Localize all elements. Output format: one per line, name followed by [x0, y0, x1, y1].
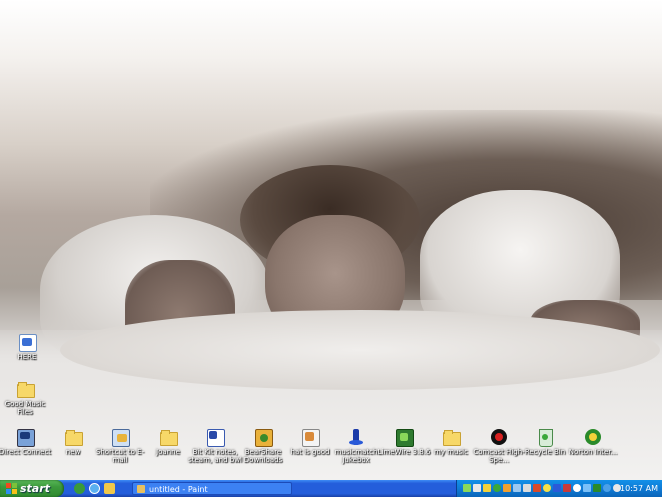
- globe-icon[interactable]: [603, 484, 611, 492]
- desktop-icon-recycle-bin[interactable]: Recycle Bin: [518, 428, 572, 456]
- desktop-icon-direct-connect[interactable]: Direct Connect: [0, 428, 52, 456]
- desktop-icon-label: Good Music Files: [4, 400, 46, 416]
- bearshare-folder-icon: [254, 428, 273, 447]
- document-icon: [18, 333, 37, 352]
- folder-icon: [442, 428, 461, 446]
- desktop-icon-good-music-files[interactable]: Good Music Files: [0, 380, 52, 416]
- shield-icon[interactable]: [593, 484, 601, 492]
- wifi-icon[interactable]: [583, 484, 591, 492]
- taskbar-item-label: untitled - Paint: [149, 485, 208, 494]
- antivirus-icon[interactable]: [483, 484, 491, 492]
- info-icon[interactable]: [573, 484, 581, 492]
- messenger-tray-icon[interactable]: [493, 484, 501, 492]
- windows-logo-icon: [6, 483, 17, 494]
- document-icon: [206, 428, 225, 447]
- folder-icon: [16, 380, 35, 398]
- musicmatch-icon: [347, 428, 365, 446]
- document-icon: [301, 428, 320, 447]
- desktop-icon-joanne[interactable]: Joanne: [141, 428, 195, 456]
- start-button[interactable]: start: [0, 480, 64, 497]
- desktop: HERE Good Music Files Direct Connect new…: [0, 0, 662, 480]
- printer-icon[interactable]: [523, 484, 531, 492]
- firewall-icon[interactable]: [533, 484, 541, 492]
- desktop-icon-label: Joanne: [156, 448, 180, 456]
- clock[interactable]: 10:57 AM: [620, 480, 658, 497]
- outlook-express-icon[interactable]: [104, 483, 115, 494]
- desktop-icon-label: my music: [434, 448, 468, 456]
- recycle-bin-icon: [536, 428, 554, 447]
- desktop-icon-here[interactable]: HERE: [0, 333, 54, 361]
- update-icon[interactable]: [503, 484, 511, 492]
- security-icon[interactable]: [563, 484, 571, 492]
- desktop-icon-label: Norton Inter...: [568, 448, 618, 456]
- messenger-icon[interactable]: [74, 483, 85, 494]
- desktop-icon-label: new: [65, 448, 81, 456]
- desktop-icon-label: LimeWire 3.8.6: [377, 448, 431, 456]
- internet-explorer-icon[interactable]: [89, 483, 100, 494]
- desktop-icon-norton[interactable]: Norton Inter...: [566, 428, 620, 456]
- system-tray: 10:57 AM: [456, 480, 662, 497]
- taskbar-item-paint[interactable]: untitled - Paint: [132, 482, 292, 495]
- desktop-icon-musicmatch-jukebox[interactable]: musicmatch Jukebox: [329, 428, 383, 464]
- email-icon: [111, 428, 130, 447]
- folder-icon: [64, 428, 83, 446]
- desktop-icon-label: BearShare Downloads: [243, 448, 283, 464]
- desktop-icon-bit-kit-notes[interactable]: Bit Kit notes, steam, and bwl: [188, 428, 242, 464]
- start-label: start: [20, 482, 50, 495]
- desktop-icon-bearshare-downloads[interactable]: BearShare Downloads: [236, 428, 290, 464]
- comcast-icon: [490, 428, 508, 446]
- wallpaper-image: [0, 0, 662, 480]
- desktop-icon-new[interactable]: new: [46, 428, 100, 456]
- desktop-icon-shortcut-to-email[interactable]: Shortcut to E-mail: [93, 428, 147, 464]
- desktop-icon-label: Direct Connect: [0, 448, 52, 456]
- desktop-icon-label: Bit Kit notes, steam, and bwl: [188, 448, 242, 464]
- music-icon[interactable]: [553, 484, 561, 492]
- taskbar: start untitled - Paint 10:57 AM: [0, 480, 662, 497]
- network-icon[interactable]: [463, 484, 471, 492]
- paint-icon: [137, 485, 145, 493]
- desktop-icon-label: HERE: [17, 353, 37, 361]
- display-icon[interactable]: [513, 484, 521, 492]
- norton-icon: [584, 428, 602, 446]
- limewire-icon: [395, 428, 414, 447]
- computer-network-icon: [16, 428, 35, 447]
- desktop-icon-limewire[interactable]: LimeWire 3.8.6: [377, 428, 431, 456]
- volume-icon[interactable]: [473, 484, 481, 492]
- desktop-icon-label: musicmatch Jukebox: [334, 448, 378, 464]
- folder-icon: [159, 428, 178, 446]
- desktop-icon-my-music[interactable]: my music: [424, 428, 478, 456]
- chat-icon[interactable]: [543, 484, 551, 492]
- desktop-icon-label: Shortcut to E-mail: [95, 448, 145, 464]
- desktop-icon-label: Recycle Bin: [524, 448, 566, 456]
